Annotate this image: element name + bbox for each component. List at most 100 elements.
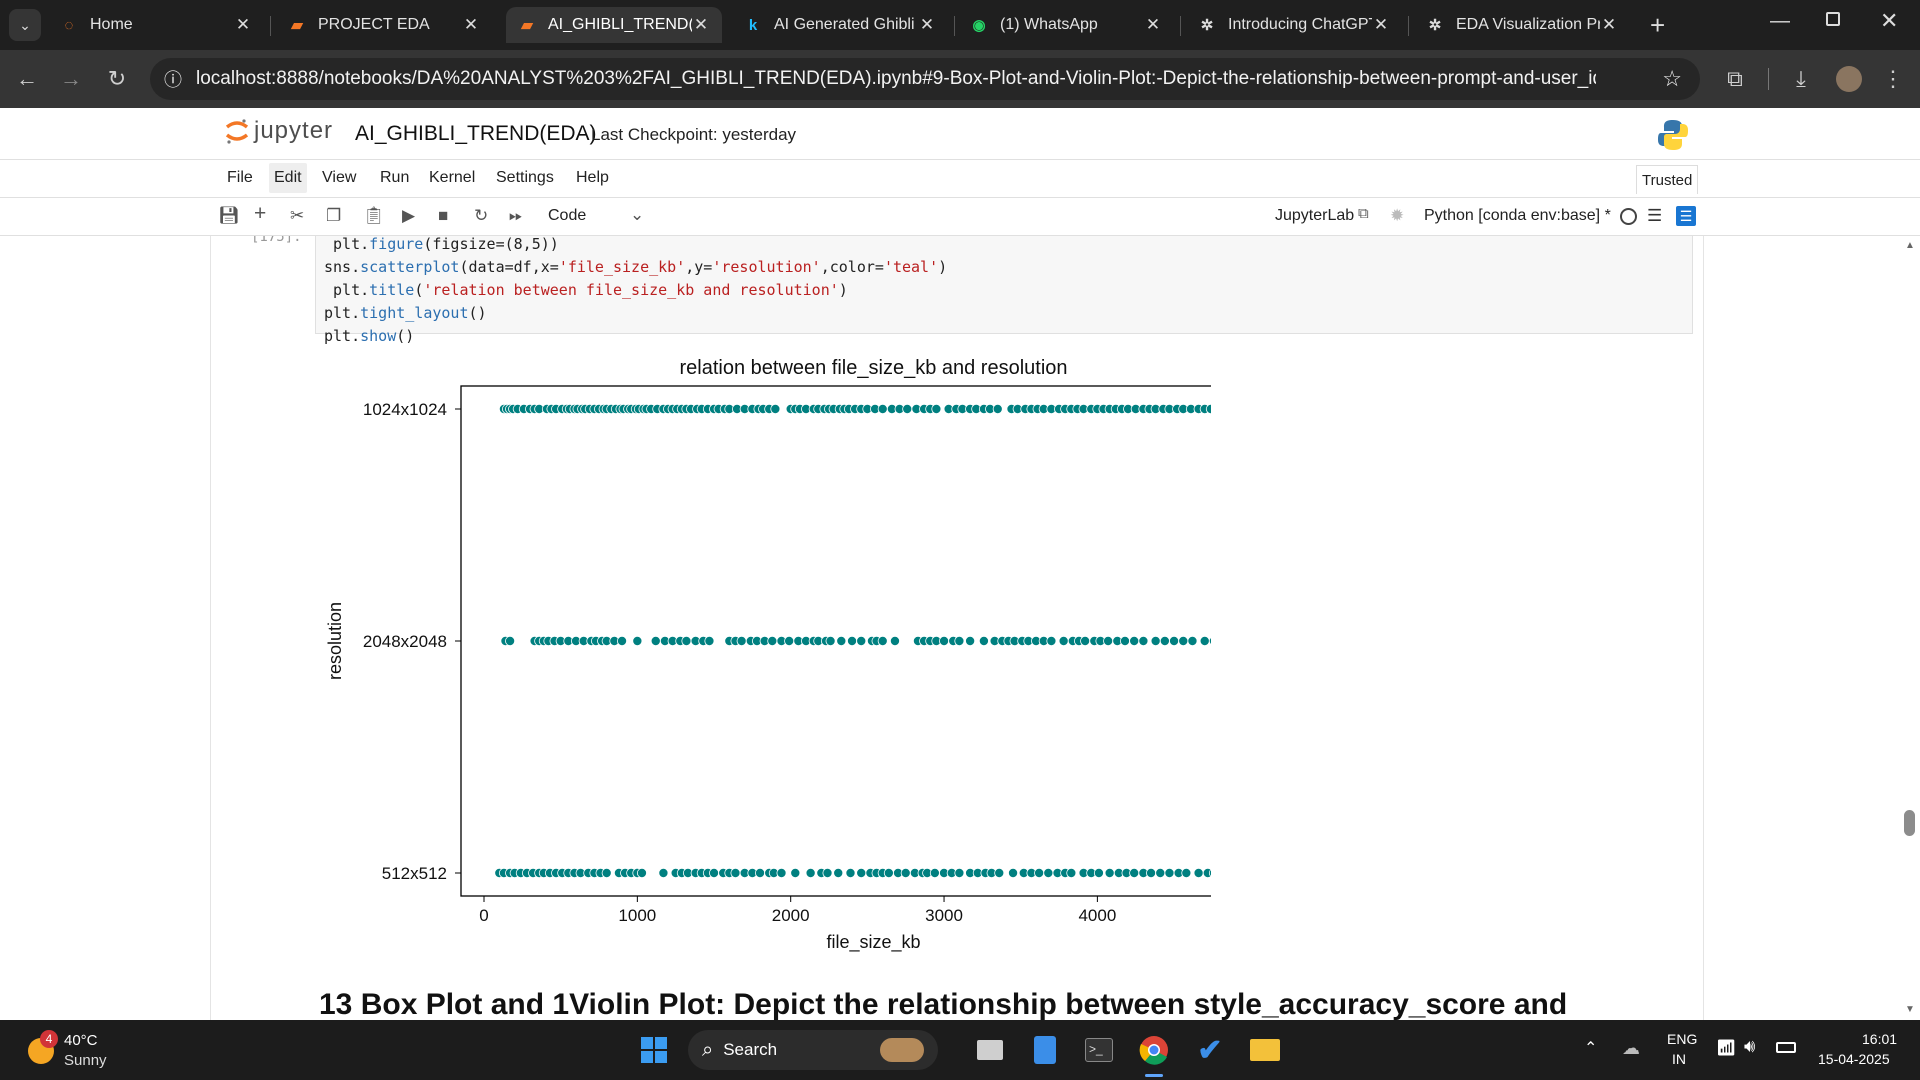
weather-temp: 40°C [64, 1032, 98, 1049]
scroll-up-icon[interactable]: ▲ [1905, 240, 1915, 251]
volume-icon[interactable]: 🔊︎ [1744, 1036, 1755, 1057]
scatter-point [1150, 635, 1161, 646]
battery-icon[interactable] [1776, 1042, 1796, 1053]
reload-icon[interactable]: ↻ [102, 64, 132, 94]
insert-cell-icon[interactable]: + [254, 202, 266, 226]
browser-menu-icon[interactable]: ⋮ [1878, 64, 1908, 94]
python-logo-icon [1656, 118, 1690, 157]
jupyterlab-link[interactable]: JupyterLab [1275, 207, 1354, 225]
code-line: plt.figure(figsize=(8,5)) [324, 236, 559, 253]
scatter-point [1008, 868, 1019, 879]
chrome-icon[interactable] [1136, 1032, 1172, 1068]
browser-tab[interactable]: ◌ Home ✕ [48, 7, 264, 43]
paste-icon[interactable]: 📋︎ [363, 206, 385, 226]
cell-type-select[interactable]: Code [548, 207, 586, 225]
scatter-point [877, 635, 888, 646]
download-icon[interactable]: ⤓ [1786, 64, 1816, 94]
browser-tab[interactable]: ◉ (1) WhatsApp ✕ [958, 7, 1174, 43]
cut-icon[interactable]: ✂ [290, 206, 304, 226]
chevron-down-icon[interactable]: ⌄ [630, 205, 644, 225]
scatter-point [856, 868, 867, 879]
chart-title: relation between file_size_kb and resolu… [679, 357, 1067, 379]
kaggle-icon: k [748, 16, 758, 34]
restart-icon[interactable]: ↻ [474, 206, 488, 226]
task-view-icon[interactable] [972, 1032, 1008, 1068]
scroll-thumb[interactable] [1904, 810, 1915, 836]
scatter-point [1199, 635, 1210, 646]
notebook-panel: [175]: plt.figure(figsize=(8,5)) sns.scat… [210, 236, 1704, 1020]
menu-edit[interactable]: Edit [269, 163, 307, 193]
forward-icon[interactable]: → [56, 64, 86, 94]
trusted-badge[interactable]: Trusted [1636, 165, 1699, 194]
new-tab-button[interactable]: + [1650, 10, 1665, 41]
kernel-name[interactable]: Python [conda env:base] * [1424, 207, 1611, 225]
close-tab-icon[interactable]: ✕ [234, 15, 252, 35]
scatter-point [847, 635, 858, 646]
tray-chevron-icon[interactable]: ⌃ [1584, 1038, 1597, 1058]
stop-icon[interactable]: ■ [438, 206, 448, 226]
scrollbar[interactable]: ▲ ▼ [1900, 236, 1920, 1020]
close-tab-icon[interactable]: ✕ [1144, 15, 1162, 35]
scatter-point [1146, 868, 1157, 879]
file-explorer-icon[interactable] [1247, 1032, 1283, 1068]
scatter-point [704, 635, 715, 646]
list-icon[interactable]: ☰ [1647, 206, 1662, 226]
menu-file[interactable]: File [227, 169, 253, 187]
scatter-point [1093, 868, 1104, 879]
wifi-icon[interactable]: 📶︎ [1716, 1038, 1736, 1058]
menu-run[interactable]: Run [380, 169, 409, 187]
menu-help[interactable]: Help [576, 169, 609, 187]
back-icon[interactable]: ← [12, 64, 42, 94]
lang-line1[interactable]: ENG [1667, 1031, 1697, 1047]
jupyter-logo[interactable]: jupyter [224, 116, 333, 146]
clock-date[interactable]: 15-04-2025 [1818, 1051, 1890, 1067]
property-inspector-icon[interactable]: ☰ [1676, 206, 1696, 226]
menu-settings[interactable]: Settings [496, 169, 554, 187]
clock-time[interactable]: 16:01 [1862, 1031, 1897, 1047]
weather-widget[interactable]: 4 40°C Sunny [24, 1030, 164, 1072]
close-tab-icon[interactable]: ✕ [1372, 15, 1390, 35]
taskbar-search[interactable]: ⌕ Search [688, 1030, 938, 1070]
save-icon[interactable]: 💾︎ [218, 206, 240, 226]
lang-line2[interactable]: IN [1672, 1051, 1686, 1067]
browser-tab[interactable]: ▰ PROJECT EDA ✕ [276, 7, 492, 43]
close-tab-icon[interactable]: ✕ [462, 15, 480, 35]
scatter-point [845, 868, 856, 879]
run-icon[interactable]: ▶ [402, 206, 415, 226]
scatter-point [1138, 635, 1149, 646]
scatter-point [877, 404, 888, 415]
browser-tab[interactable]: ▰ AI_GHIBLI_TREND(EDA✕ [506, 7, 722, 43]
site-info-icon[interactable]: ⓘ [150, 66, 196, 92]
url-field[interactable]: ⓘ localhost:8888/notebooks/DA%20ANALYST%… [150, 58, 1700, 100]
run-all-icon[interactable]: ⏩︎ [509, 206, 523, 226]
jupyter-wordmark: jupyter [254, 117, 334, 144]
extensions-icon[interactable]: ⧉ [1720, 64, 1750, 94]
copy-icon[interactable]: ❐ [326, 206, 341, 226]
restore-button[interactable] [1826, 12, 1840, 26]
notebook-title[interactable]: AI_GHIBLI_TREND(EDA) [355, 122, 597, 146]
bookmark-star-icon[interactable]: ☆ [1662, 66, 1682, 92]
close-tab-icon[interactable]: ✕ [1600, 15, 1618, 35]
notepad-icon[interactable] [1027, 1032, 1063, 1068]
scatter-point [836, 635, 847, 646]
search-highlight-icon [880, 1038, 924, 1062]
debugger-icon[interactable]: ✹ [1390, 206, 1404, 226]
scroll-down-icon[interactable]: ▼ [1905, 1004, 1915, 1015]
terminal-icon[interactable]: >_ [1081, 1032, 1117, 1068]
onedrive-icon[interactable]: ☁︎ [1622, 1038, 1640, 1059]
minimize-button[interactable]: — [1770, 10, 1790, 33]
close-tab-icon[interactable]: ✕ [692, 15, 710, 35]
browser-tab-title: AI Generated Ghibli S [774, 16, 918, 33]
code-cell[interactable]: plt.figure(figsize=(8,5)) sns.scatterplot… [315, 236, 1693, 345]
close-window-button[interactable]: ✕ [1880, 8, 1898, 34]
menu-view[interactable]: View [322, 169, 356, 187]
browser-tab[interactable]: ✲ Introducing ChatGPT ✕ [1186, 7, 1402, 43]
avatar[interactable] [1836, 66, 1862, 92]
browser-tab[interactable]: k AI Generated Ghibli S ✕ [732, 7, 948, 43]
menu-kernel[interactable]: Kernel [429, 169, 475, 187]
start-icon[interactable] [636, 1032, 672, 1068]
close-tab-icon[interactable]: ✕ [918, 15, 936, 35]
tab-search-button[interactable]: ⌄ [9, 9, 41, 41]
browser-tab[interactable]: ✲ EDA Visualization Pra ✕ [1414, 7, 1630, 43]
todo-icon[interactable]: ✔ [1192, 1032, 1228, 1068]
